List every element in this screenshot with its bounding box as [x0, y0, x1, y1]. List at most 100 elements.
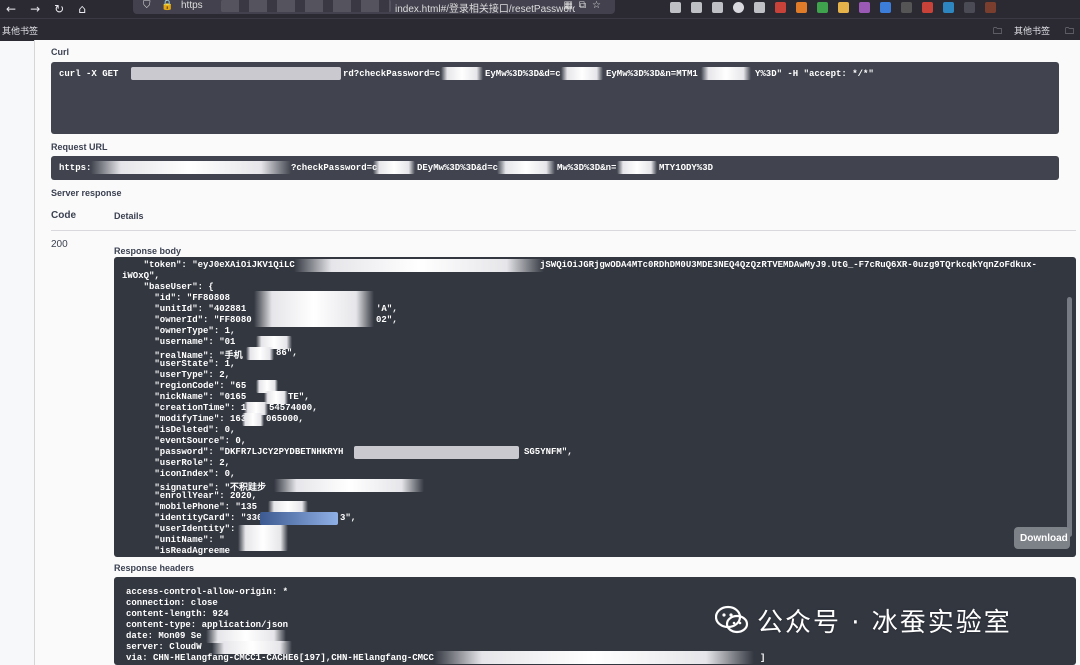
response-line: iWOxQ", — [122, 271, 160, 281]
header-line: ] — [760, 653, 766, 663]
header-redaction — [434, 651, 754, 664]
download-button[interactable]: Download — [1014, 527, 1070, 549]
details-header: Details — [114, 211, 144, 221]
shield-icon: ⛉ — [143, 0, 151, 11]
curl-redaction — [441, 67, 483, 80]
response-redaction — [238, 525, 288, 551]
curl-seg-b: EyMw%3D%3D&d=c — [485, 69, 561, 79]
response-line: "isDeleted": 0, — [122, 425, 236, 435]
response-line: 86", — [276, 348, 298, 358]
bookmark-folder-left[interactable]: 其他书签 — [2, 24, 38, 37]
curl-seg-d: Y%3D" -H "accept: */*" — [755, 69, 874, 79]
address-bar[interactable]: ⛉ 🔒 https index.html#/登录相关接口/resetPasswo… — [133, 0, 615, 15]
request-url-label: Request URL — [51, 142, 108, 152]
back-icon[interactable]: ← — [6, 2, 16, 16]
swagger-response-panel: Curl curl -X GET rd?checkPassword=c EyMw… — [34, 40, 1080, 665]
response-body-block[interactable]: "token": "eyJ0eXAiOiJKV1QiLC jSWQiOiJGRj… — [114, 257, 1076, 557]
home-icon[interactable]: ⌂ — [78, 2, 86, 16]
extension-icon[interactable] — [817, 1, 828, 13]
response-headers-label: Response headers — [114, 563, 195, 573]
wechat-icon — [714, 605, 749, 635]
extension-icon[interactable] — [985, 1, 996, 13]
request-url-seg-d: MTY1ODY%3D — [659, 163, 714, 173]
response-line: 3", — [340, 513, 357, 523]
extension-icon[interactable] — [838, 1, 849, 13]
folder-icon: 🗀 — [992, 27, 1002, 37]
reload-icon[interactable]: ↻ — [54, 2, 64, 16]
response-scrollbar[interactable] — [1067, 297, 1072, 537]
response-line: 'A", — [376, 304, 398, 314]
response-line: "ownerId": "FF8080 — [122, 315, 252, 325]
response-line: "iconIndex": 0, — [122, 469, 236, 479]
extension-icons — [670, 0, 996, 14]
header-line: connection: close — [126, 598, 218, 608]
wechat-watermark: 公众号 · 冰蚕实验室 — [714, 600, 1012, 640]
browser-toolbar: ← → ↻ ⌂ ⛉ 🔒 https index.html#/登录相关接口/res… — [0, 0, 1080, 18]
response-redaction — [260, 512, 338, 525]
extension-icon[interactable] — [796, 1, 807, 13]
response-line: "id": "FF80808 — [122, 293, 231, 303]
response-line: "nickName": "0165 — [122, 392, 247, 402]
curl-seg-c: EyMw%3D%3D&n=MTM1 — [606, 69, 698, 79]
response-line: jSWQiOiJGRjgwODA4MTc0RDhDM0U3MDE3NEQ4QzQ… — [540, 260, 1037, 270]
download-icon[interactable] — [670, 1, 681, 13]
response-redaction — [254, 291, 374, 327]
response-redaction — [246, 347, 274, 360]
request-url-seg-b: DEyMw%3D%3D&d=c — [417, 163, 499, 173]
response-line: "isReadAgreeme — [122, 546, 231, 556]
server-response-label: Server response — [51, 188, 122, 198]
extension-icon[interactable] — [922, 1, 933, 13]
extension-icon[interactable] — [859, 1, 870, 13]
forward-icon[interactable]: → — [30, 2, 40, 16]
response-line: "userIdentity": — [122, 524, 241, 534]
request-url-redaction — [617, 161, 657, 174]
extension-icon[interactable] — [943, 1, 954, 13]
request-url-block: https: ?checkPassword=c DEyMw%3D%3D&d=c … — [51, 156, 1059, 180]
response-line: "ownerType": 1, — [122, 326, 236, 336]
bookmark-folder-right[interactable]: 其他书签 — [1014, 24, 1050, 37]
response-line: SG5YNFM", — [524, 447, 573, 457]
response-line: 065000, — [266, 414, 304, 424]
curl-redaction — [561, 67, 603, 80]
library-icon[interactable] — [691, 1, 702, 13]
response-line: "eventSource": 0, — [122, 436, 247, 446]
extension-icon[interactable] — [964, 1, 975, 13]
curl-seg-a: rd?checkPassword=c — [343, 69, 441, 79]
header-line: access-control-allow-origin: * — [126, 587, 289, 597]
curl-label: Curl — [51, 47, 69, 57]
extension-icon[interactable] — [880, 1, 891, 13]
response-line: "username": "01 — [122, 337, 236, 347]
response-redaction — [242, 413, 264, 426]
url-path: index.html#/登录相关接口/resetPasswordUsi — [395, 4, 575, 15]
response-line: "token": "eyJ0eXAiOiJKV1QiLC — [122, 260, 295, 270]
response-line: "modifyTime": 163 — [122, 414, 247, 424]
request-url-redaction — [373, 161, 415, 174]
undo-icon[interactable] — [754, 1, 765, 13]
response-line: "unitName": " — [122, 535, 225, 545]
header-line: server: CloudW — [126, 642, 202, 652]
extension-icon[interactable] — [901, 1, 912, 13]
code-header: Code — [51, 210, 76, 221]
url-scheme: https — [181, 0, 203, 11]
extension-icon[interactable] — [775, 1, 786, 13]
sidebar-icon[interactable] — [712, 1, 723, 13]
url-redaction — [221, 0, 391, 12]
request-url-seg-c: Mw%3D%3D&n= — [557, 163, 617, 173]
response-line: 02", — [376, 315, 398, 325]
account-icon[interactable] — [733, 1, 744, 13]
bookmarks-bar: 其他书签 🗀 其他书签 🗀 — [0, 18, 1080, 41]
folder-icon: 🗀 — [1064, 27, 1074, 37]
nav-buttons: ← → ↻ ⌂ — [0, 0, 86, 18]
header-line: content-type: application/json — [126, 620, 289, 630]
header-line: date: Mon09 Se — [126, 631, 202, 641]
response-line: "enrollYear": 2020, — [122, 491, 258, 501]
url-action-icons: ▦⧉☆ — [563, 0, 607, 11]
response-line: TE", — [288, 392, 310, 402]
header-line: content-length: 924 — [126, 609, 229, 619]
response-line: "unitId": "402881 — [122, 304, 247, 314]
response-line: "identityCard": "330 — [122, 513, 263, 523]
request-url-scheme: https: — [59, 163, 92, 173]
lock-icon: 🔒 — [161, 0, 174, 11]
response-line: "userType": 2, — [122, 370, 231, 380]
watermark-text: 公众号 · 冰蚕实验室 — [757, 607, 1012, 638]
